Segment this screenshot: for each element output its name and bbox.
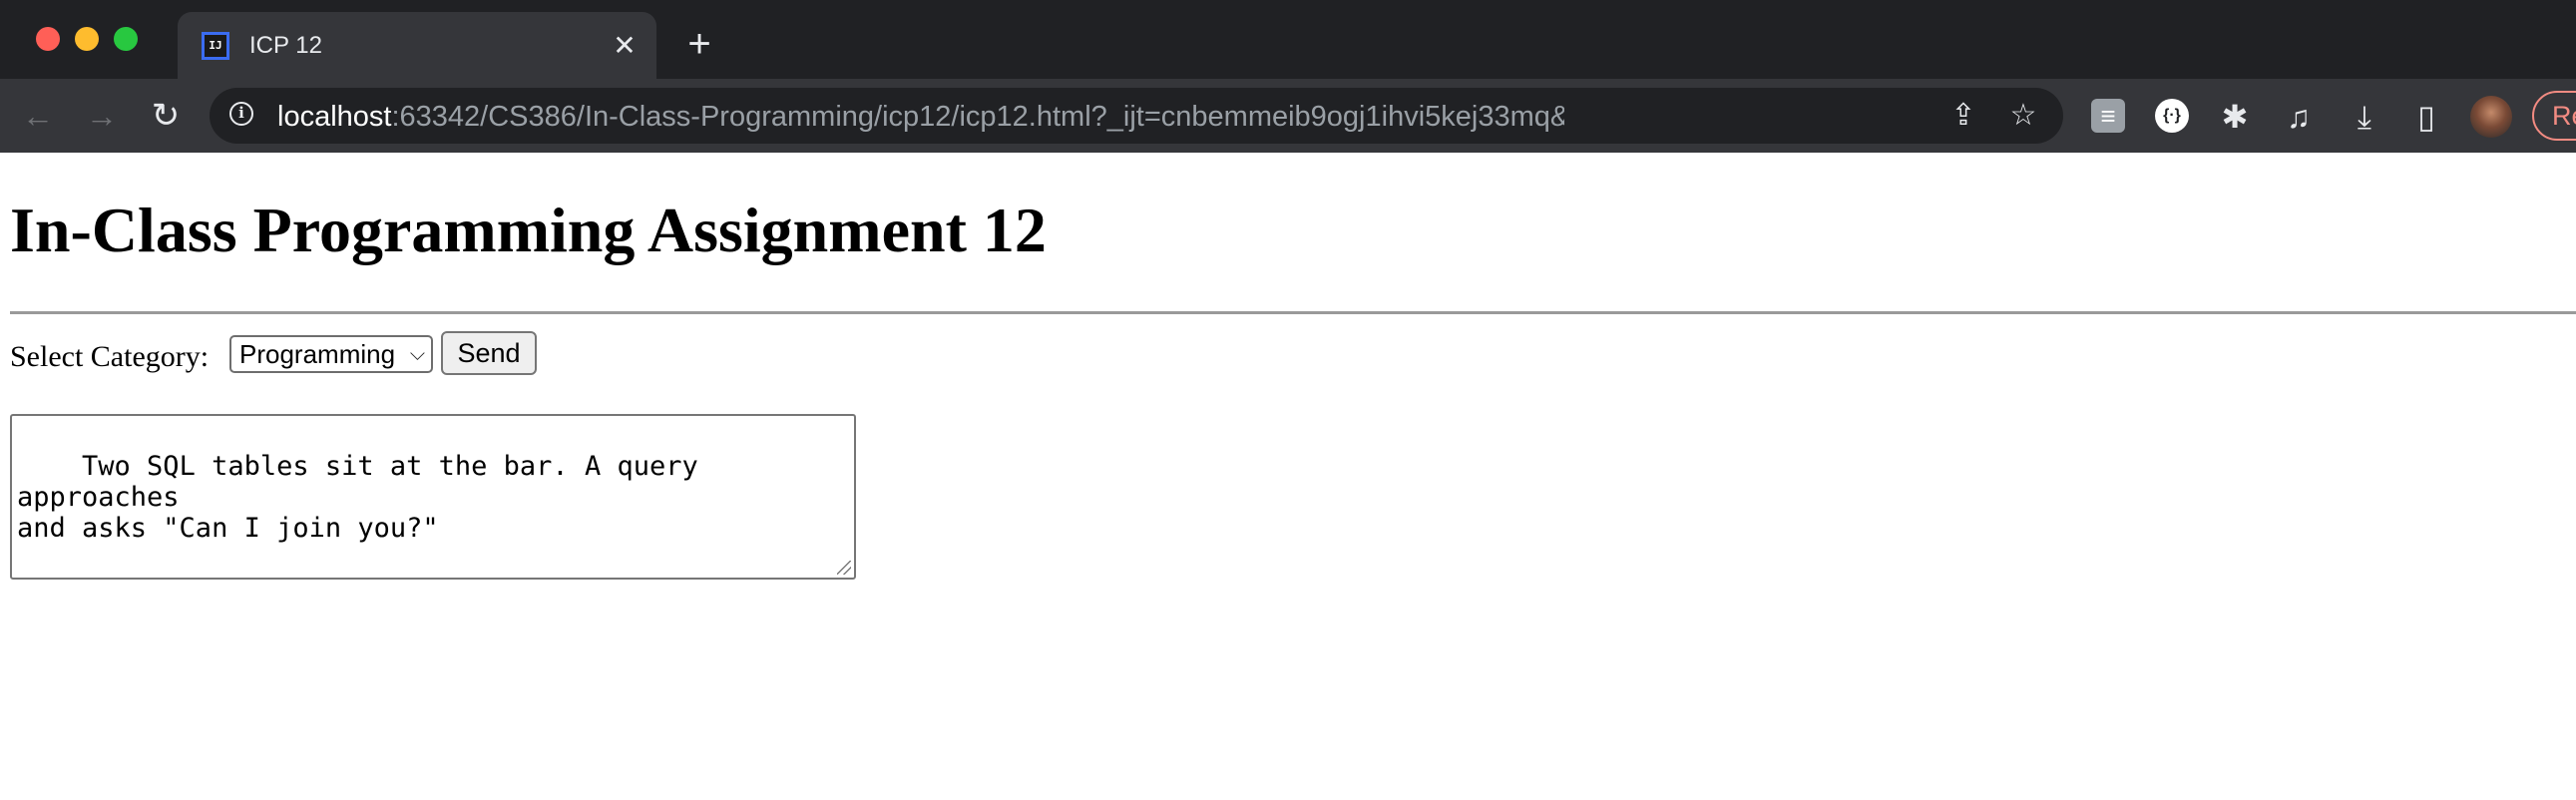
horizontal-rule: [10, 311, 2576, 314]
side-panel-icon[interactable]: ▯: [2406, 97, 2446, 137]
forward-arrow-icon[interactable]: →: [82, 96, 122, 136]
send-button[interactable]: Send: [441, 331, 537, 375]
chevron-down-icon: ⌵: [409, 343, 425, 365]
window-zoom-button[interactable]: [114, 27, 138, 51]
intellij-favicon-icon: IJ: [202, 32, 229, 60]
back-arrow-icon[interactable]: ←: [18, 96, 58, 136]
media-controls-icon[interactable]: ♫: [2279, 97, 2319, 137]
downloads-icon[interactable]: ⤓: [2345, 97, 2384, 137]
joke-text: Two SQL tables sit at the bar. A query a…: [17, 451, 698, 544]
close-tab-icon[interactable]: ✕: [609, 30, 641, 62]
url-path: :63342/CS386/In-Class-Programming/icp12/…: [391, 101, 1564, 133]
address-bar[interactable]: i localhost:63342/CS386/In-Class-Program…: [210, 88, 2063, 144]
bookmark-star-icon[interactable]: ☆: [2005, 98, 2041, 134]
page-content: In-Class Programming Assignment 12 Selec…: [0, 153, 2576, 800]
tab-icp-12[interactable]: IJ ICP 12 ✕: [178, 12, 656, 79]
page-title: In-Class Programming Assignment 12: [10, 195, 1047, 265]
browser-chrome: IJ ICP 12 ✕ + ← → ↻ i localhost:63342/CS…: [0, 0, 2576, 153]
category-selected-value: Programming: [239, 339, 396, 369]
category-select[interactable]: Programming ⌵: [229, 335, 433, 373]
extension-badge-icon[interactable]: {·}: [2155, 99, 2189, 133]
window-minimize-button[interactable]: [75, 27, 99, 51]
resize-handle-icon[interactable]: [837, 561, 851, 575]
relaunch-button[interactable]: Relaunch: [2532, 91, 2576, 141]
new-tab-icon[interactable]: +: [678, 24, 720, 66]
joke-textarea[interactable]: Two SQL tables sit at the bar. A query a…: [10, 414, 856, 580]
url-host: localhost: [277, 101, 392, 133]
browser-toolbar: ← → ↻ i localhost:63342/CS386/In-Class-P…: [0, 79, 2576, 153]
reload-icon[interactable]: ↻: [146, 96, 186, 136]
tab-title: ICP 12: [249, 32, 322, 59]
window-close-button[interactable]: [36, 27, 60, 51]
profile-avatar[interactable]: [2470, 96, 2512, 138]
site-info-icon[interactable]: i: [229, 102, 253, 126]
extension-tool-icon[interactable]: ≡: [2091, 99, 2125, 133]
url-text[interactable]: localhost:63342/CS386/In-Class-Programmi…: [277, 100, 1564, 134]
share-icon[interactable]: ⇪: [1945, 98, 1981, 134]
tab-strip: IJ ICP 12 ✕ +: [0, 0, 2576, 79]
category-label: Select Category:: [10, 340, 210, 373]
extensions-puzzle-icon[interactable]: ✱: [2215, 97, 2255, 137]
